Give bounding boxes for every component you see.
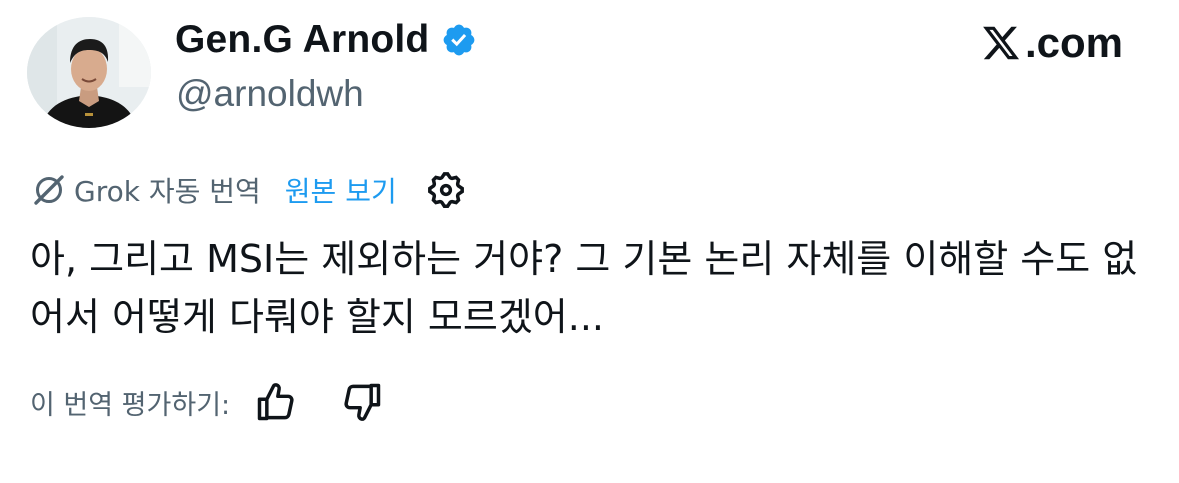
tweet-card: Gen.G Arnold @arnoldwh .com Grok 자동 번역 원… — [0, 0, 1179, 483]
translation-bar: Grok 자동 번역 원본 보기 — [30, 169, 467, 211]
author-display-name[interactable]: Gen.G Arnold — [175, 17, 429, 63]
grok-icon — [34, 175, 64, 205]
thumbs-up-icon[interactable] — [254, 380, 298, 424]
settings-gear-icon[interactable] — [425, 169, 467, 211]
author-handle[interactable]: @arnoldwh — [176, 72, 364, 116]
show-original-link[interactable]: 원본 보기 — [285, 170, 397, 210]
tweet-text: 아, 그리고 MSI는 제외하는 거야? 그 기본 논리 자체를 이해할 수도 … — [30, 237, 1138, 339]
brand-domain: .com — [1024, 19, 1123, 66]
translation-rating-bar: 이 번역 평가하기: — [30, 378, 384, 426]
translation-label: Grok 자동 번역 — [74, 175, 261, 208]
author-name-row[interactable]: Gen.G Arnold — [175, 17, 477, 63]
avatar[interactable] — [27, 17, 151, 128]
avatar-photo — [27, 17, 151, 128]
rating-label: 이 번역 평가하기: — [30, 389, 231, 421]
brand-watermark: .com — [981, 18, 1123, 68]
verified-badge-icon — [444, 24, 475, 56]
thumbs-down-icon[interactable] — [340, 380, 384, 424]
x-logo-icon — [983, 26, 1020, 60]
